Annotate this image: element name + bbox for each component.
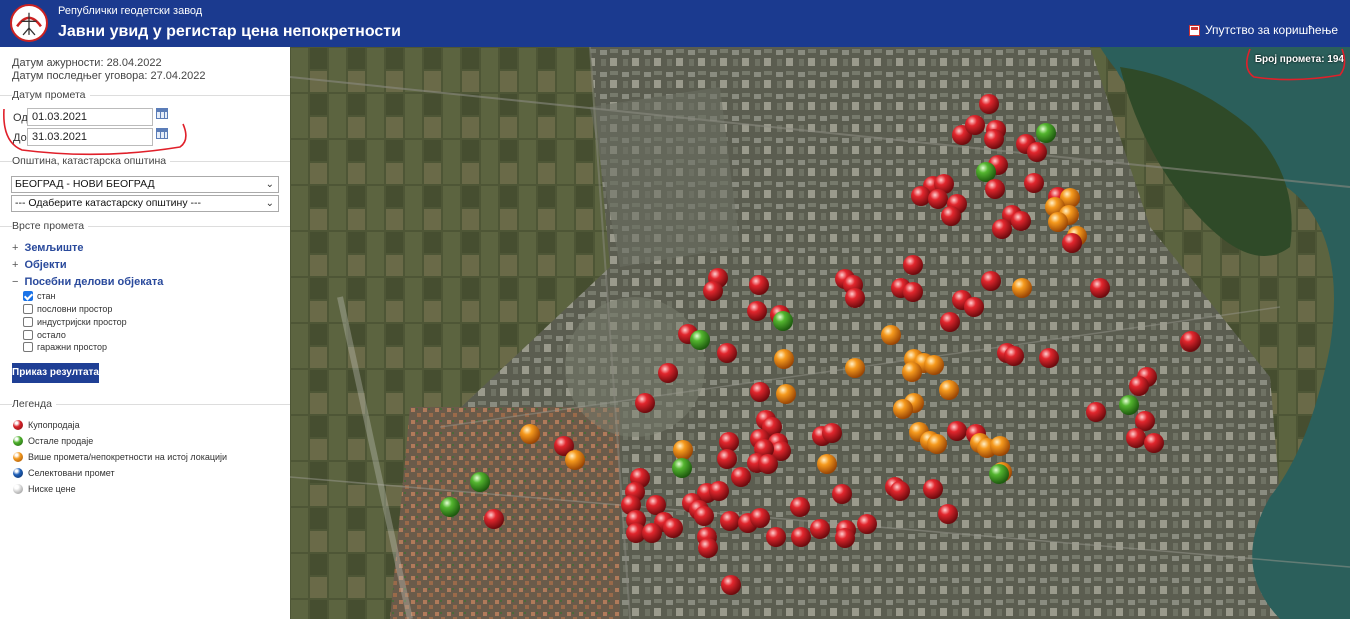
organization-name: Републички геодетски завод: [58, 5, 203, 17]
transaction-types-title: Врсте промета: [12, 220, 89, 232]
legend-item: Више промета/непокретности на истој лока…: [13, 452, 227, 462]
transaction-count: Број промета: 194: [1254, 54, 1344, 65]
checkbox-label: индустријски простор: [37, 317, 127, 327]
legend-item: Остале продаје: [13, 436, 93, 446]
cadastral-placeholder: --- Одаберите катастарску општину ---: [15, 197, 201, 209]
last-contract-date: Датум последњег уговора: 27.04.2022: [12, 70, 206, 82]
expand-icon: +: [12, 259, 19, 271]
app-title: Јавни увид у регистар цена непокретности: [58, 23, 401, 40]
calendar-icon[interactable]: [156, 108, 168, 119]
update-date: Датум ажурности: 28.04.2022: [12, 57, 162, 69]
tree-item-label: Земљиште: [24, 242, 84, 254]
help-link-label: Упутство за коришћење: [1204, 23, 1338, 37]
checkbox-other[interactable]: остало: [23, 330, 66, 340]
checkbox-garage-space[interactable]: гаражни простор: [23, 342, 107, 352]
legend-label: Ниске цене: [28, 484, 76, 494]
legend-label: Више промета/непокретности на истој лока…: [28, 452, 228, 462]
orange-marker-icon: [13, 452, 23, 462]
legend-label: Купопродаја: [28, 420, 80, 430]
legend-item: Ниске цене: [13, 484, 76, 494]
map-view[interactable]: Број промета: 194: [290, 47, 1350, 619]
checkbox-label: пословни простор: [37, 304, 113, 314]
checkbox-unchecked[interactable]: [23, 342, 33, 352]
show-results-button[interactable]: Приказ резултата: [12, 363, 99, 383]
rgz-logo[interactable]: [10, 4, 48, 42]
municipality-select[interactable]: БЕОГРАД - НОВИ БЕОГРАД ⌄: [11, 176, 279, 193]
blue-marker-icon: [13, 468, 23, 478]
gray-marker-icon: [13, 484, 23, 494]
checkbox-business-space[interactable]: пословни простор: [23, 304, 112, 314]
checkbox-unchecked[interactable]: [23, 317, 33, 327]
legend-label: Селектовани промет: [28, 468, 115, 478]
legend-title: Легенда: [12, 398, 56, 410]
chevron-down-icon: ⌄: [265, 198, 274, 209]
help-link[interactable]: Упутство за коришћење: [1188, 23, 1338, 37]
tree-item-buildings[interactable]: + Објекти: [12, 259, 67, 271]
checkbox-unchecked[interactable]: [23, 304, 33, 314]
municipality-selected-value: БЕОГРАД - НОВИ БЕОГРАД: [15, 178, 155, 190]
expand-icon: +: [12, 242, 19, 254]
logo-emblem-icon: [14, 8, 44, 38]
tree-item-building-parts[interactable]: − Посебни делови објеката: [12, 276, 163, 288]
checkbox-label: остало: [37, 330, 66, 340]
legend-item: Купопродаја: [13, 420, 80, 430]
chevron-down-icon: ⌄: [265, 179, 274, 190]
collapse-icon: −: [12, 276, 19, 288]
checkbox-unchecked[interactable]: [23, 330, 33, 340]
legend-item: Селектовани промет: [13, 468, 115, 478]
red-marker-icon: [13, 420, 23, 430]
date-from-input[interactable]: [27, 108, 153, 126]
cadastral-select[interactable]: --- Одаберите катастарску општину --- ⌄: [11, 195, 279, 212]
app-header: Републички геодетски завод Јавни увид у …: [0, 0, 1350, 47]
checkbox-industrial-space[interactable]: индустријски простор: [23, 317, 127, 327]
transaction-date-title: Датум промета: [12, 89, 90, 101]
checkbox-apartment[interactable]: стан: [23, 291, 56, 301]
manual-icon: [1188, 24, 1200, 36]
calendar-icon[interactable]: [156, 128, 168, 139]
date-to-input[interactable]: [27, 128, 153, 146]
checkbox-checked[interactable]: [23, 291, 33, 301]
tree-item-land[interactable]: + Земљиште: [12, 242, 84, 254]
tree-item-label: Објекти: [24, 259, 67, 271]
checkbox-label: стан: [37, 291, 56, 301]
checkbox-label: гаражни простор: [37, 342, 108, 352]
green-marker-icon: [13, 436, 23, 446]
municipality-title: Општина, катастарска општина: [12, 155, 171, 167]
sidebar: Датум ажурности: 28.04.2022 Датум послед…: [0, 47, 290, 619]
legend-label: Остале продаје: [28, 436, 94, 446]
satellite-basemap[interactable]: [290, 47, 1350, 619]
tree-item-label: Посебни делови објеката: [24, 276, 164, 288]
